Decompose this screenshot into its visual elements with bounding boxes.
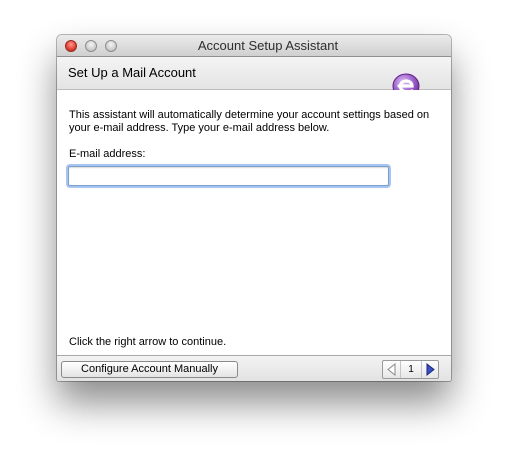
page-number: 1: [408, 364, 414, 375]
next-page-button[interactable]: [421, 361, 438, 378]
configure-manually-button[interactable]: Configure Account Manually: [61, 361, 238, 378]
page-title: Set Up a Mail Account: [68, 65, 196, 80]
intro-text: This assistant will automatically determ…: [69, 109, 430, 134]
email-label: E-mail address:: [69, 148, 146, 160]
right-arrow-icon: [426, 363, 435, 376]
assistant-footer: Configure Account Manually 1: [57, 355, 451, 381]
window-title: Account Setup Assistant: [197, 38, 339, 53]
account-setup-window: Account Setup Assistant Set Up a Mail Ac…: [57, 35, 451, 381]
continue-hint: Click the right arrow to continue.: [69, 336, 227, 348]
previous-page-button[interactable]: [383, 361, 401, 378]
left-arrow-icon: [387, 363, 396, 376]
title-bar[interactable]: Account Setup Assistant: [57, 35, 451, 57]
assistant-content: This assistant will automatically determ…: [57, 90, 451, 355]
screen: Account Setup Assistant Set Up a Mail Ac…: [0, 0, 508, 461]
email-field[interactable]: [68, 166, 389, 186]
page-navigator: 1: [382, 360, 439, 379]
